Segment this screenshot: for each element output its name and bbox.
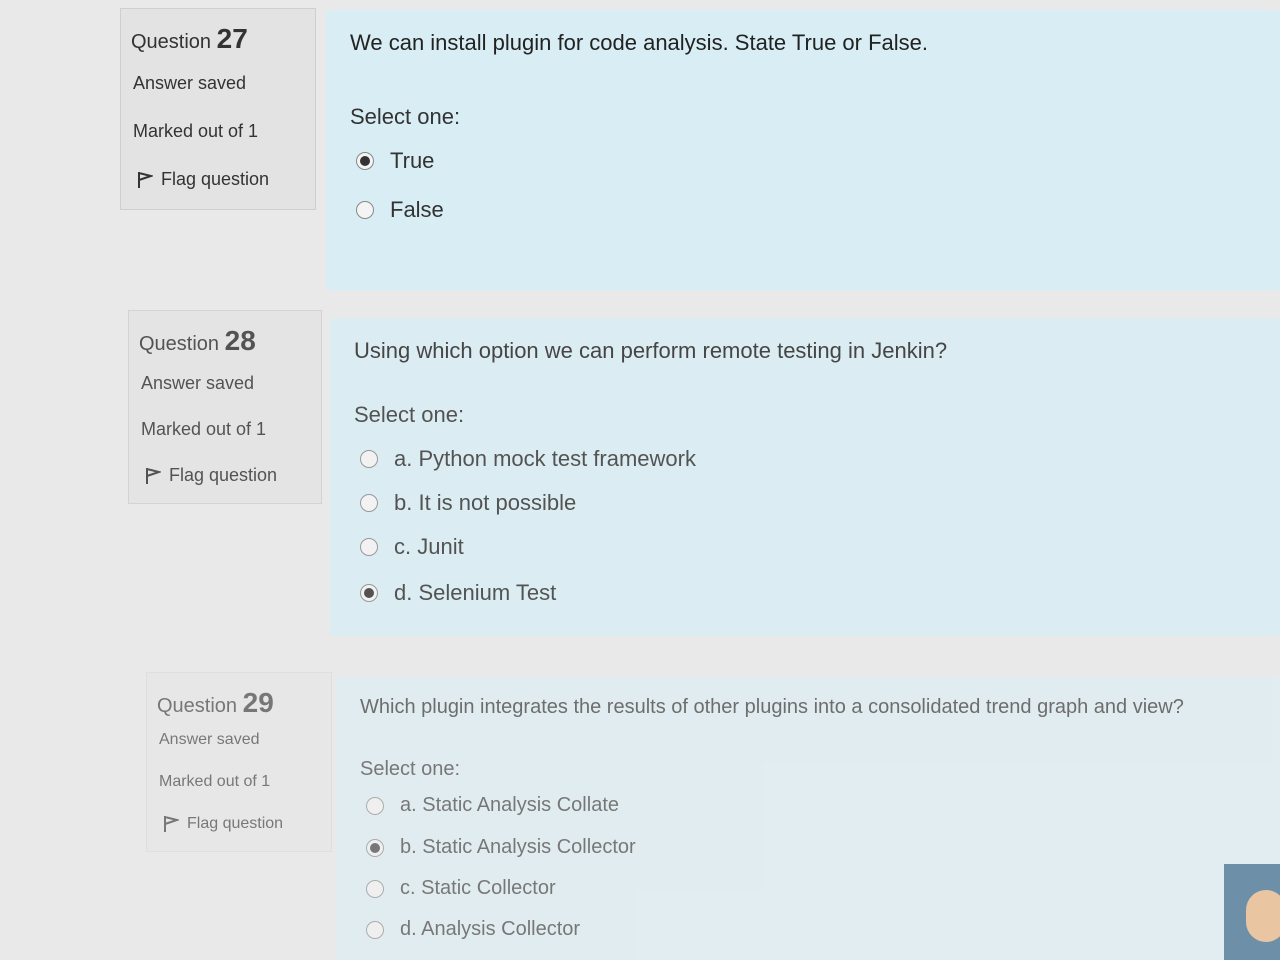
answer-option-label: d. Analysis Collector xyxy=(400,918,581,940)
flag-question-link[interactable]: Flag question xyxy=(137,169,269,190)
question-grade: Marked out of 1 xyxy=(159,773,271,790)
question-number-value: 29 xyxy=(242,687,274,718)
chat-widget-button[interactable] xyxy=(1224,864,1280,960)
answer-option[interactable]: True xyxy=(356,148,434,174)
question-number: Question 29 xyxy=(157,687,274,719)
radio-button[interactable] xyxy=(360,538,378,556)
answer-option[interactable]: d. Selenium Test xyxy=(360,580,556,606)
flag-icon xyxy=(146,467,161,484)
question-number-value: 27 xyxy=(216,23,248,54)
question-label: Question xyxy=(157,695,238,717)
answer-option-label: d. Selenium Test xyxy=(394,580,557,605)
select-one-prompt: Select one: xyxy=(354,402,465,427)
answer-option-label: False xyxy=(390,197,444,222)
question-grade: Marked out of 1 xyxy=(141,419,267,439)
question-label: Question xyxy=(139,333,220,355)
radio-button-selected[interactable] xyxy=(366,838,384,857)
answer-option-label: True xyxy=(390,148,435,173)
radio-button-selected[interactable] xyxy=(360,584,378,602)
question-content: Which plugin integrates the results of o… xyxy=(336,676,1280,960)
flag-icon xyxy=(138,171,153,188)
radio-button-selected[interactable] xyxy=(356,152,374,170)
answer-option[interactable]: a. Static Analysis Collate xyxy=(366,794,619,817)
radio-button[interactable] xyxy=(356,201,374,219)
question-number: Question 28 xyxy=(139,325,256,357)
answer-option-label: c. Junit xyxy=(394,534,464,559)
question-number: Question 27 xyxy=(131,23,248,55)
flag-question-label: Flag question xyxy=(187,815,284,832)
flag-question-link[interactable]: Flag question xyxy=(163,815,283,833)
select-one-prompt: Select one: xyxy=(350,104,461,129)
question-info-panel: Question 29 Answer saved Marked out of 1… xyxy=(146,672,332,852)
radio-button[interactable] xyxy=(366,796,384,815)
flag-question-label: Flag question xyxy=(161,169,270,189)
flag-question-label: Flag question xyxy=(169,465,278,485)
answer-option[interactable]: c. Junit xyxy=(360,534,464,560)
answer-option[interactable]: c. Static Collector xyxy=(366,877,556,900)
question-text: We can install plugin for code analysis.… xyxy=(350,30,928,55)
question-grade: Marked out of 1 xyxy=(133,121,259,141)
select-one-prompt: Select one: xyxy=(360,758,461,780)
radio-button[interactable] xyxy=(360,494,378,512)
answer-option[interactable]: a. Python mock test framework xyxy=(360,446,696,472)
answer-option-label: c. Static Collector xyxy=(400,877,556,899)
flag-question-link[interactable]: Flag question xyxy=(145,465,277,486)
question-label: Question xyxy=(131,31,212,53)
question-state: Answer saved xyxy=(141,373,255,393)
radio-button[interactable] xyxy=(360,450,378,468)
question-info-panel: Question 27 Answer saved Marked out of 1… xyxy=(120,8,316,210)
question-number-value: 28 xyxy=(224,325,256,356)
question-info-panel: Question 28 Answer saved Marked out of 1… xyxy=(128,310,322,504)
answer-option-label: b. Static Analysis Collector xyxy=(400,836,636,858)
question-state: Answer saved xyxy=(133,73,247,93)
avatar-icon xyxy=(1246,890,1280,942)
answer-option[interactable]: d. Analysis Collector xyxy=(366,918,580,941)
question-text: Using which option we can perform remote… xyxy=(354,338,948,363)
answer-option-label: b. It is not possible xyxy=(394,490,577,515)
question-state: Answer saved xyxy=(159,731,260,748)
question-text: Which plugin integrates the results of o… xyxy=(360,696,1184,718)
answer-option[interactable]: False xyxy=(356,197,444,223)
answer-option-label: a. Static Analysis Collate xyxy=(400,794,619,816)
question-content: Using which option we can perform remote… xyxy=(330,318,1280,636)
radio-button[interactable] xyxy=(366,920,384,939)
flag-icon xyxy=(164,816,179,832)
answer-option[interactable]: b. It is not possible xyxy=(360,490,576,516)
radio-button[interactable] xyxy=(366,879,384,898)
answer-option-label: a. Python mock test framework xyxy=(394,446,696,471)
question-content: We can install plugin for code analysis.… xyxy=(326,10,1280,290)
answer-option[interactable]: b. Static Analysis Collector xyxy=(366,836,636,859)
